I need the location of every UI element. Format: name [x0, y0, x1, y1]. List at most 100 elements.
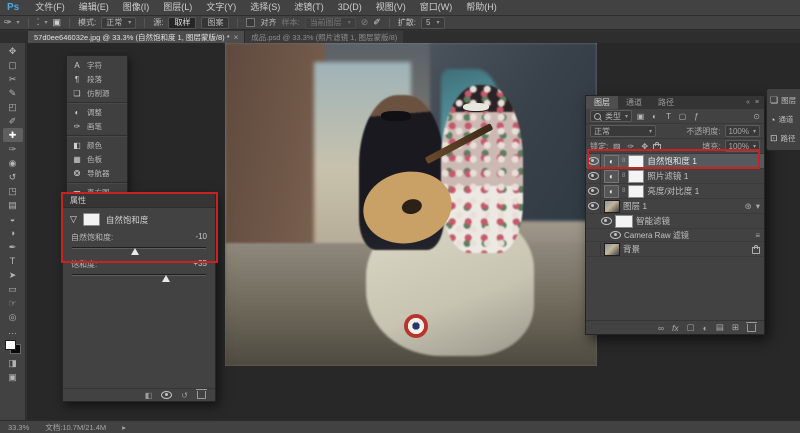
panel-adjustments[interactable]: ◐ 调整 — [67, 105, 127, 119]
new-layer-icon[interactable]: ⊞ — [732, 322, 739, 333]
add-mask-icon[interactable]: ▢ — [687, 322, 695, 333]
visibility-well[interactable] — [586, 169, 601, 183]
eye-icon[interactable] — [587, 187, 599, 195]
panel-navigator[interactable]: ❂ 导航器 — [67, 166, 127, 180]
brush-preset-icon[interactable]: ✑ — [4, 17, 12, 28]
vibrance-slider[interactable] — [72, 245, 206, 255]
menu-filter[interactable]: 滤镜(T) — [287, 0, 331, 15]
filter-type-icon[interactable]: T — [663, 112, 674, 121]
delete-layer-icon[interactable] — [746, 321, 757, 332]
rectangle-tool[interactable]: ▭ — [3, 282, 23, 296]
layer-thumbnail[interactable] — [604, 199, 620, 213]
layer-mask-thumbnail[interactable] — [628, 169, 645, 183]
move-tool[interactable]: ✥ — [3, 44, 23, 58]
vibrance-value[interactable]: -10 — [195, 232, 207, 243]
quick-mask-button[interactable]: ◨ — [3, 356, 23, 370]
document-tab-inactive[interactable]: 成品.psd @ 33.3% (照片滤镜 1, 图层蒙版/8) — [244, 31, 404, 43]
spot-healing-brush-tool[interactable]: ✚ — [2, 128, 23, 142]
reset-icon[interactable]: ↺ — [181, 391, 188, 400]
zoom-level[interactable]: 33.3% — [8, 423, 29, 432]
collapse-panel-icon[interactable]: « — [746, 99, 750, 106]
visibility-well[interactable] — [600, 214, 612, 228]
layer-row-photo-filter[interactable]: ◐ 8 照片滤镜 1 — [586, 169, 764, 184]
layer-row-background[interactable]: 背景 — [586, 242, 764, 257]
marquee-tool[interactable]: ▢ — [3, 58, 23, 72]
sampled-button[interactable]: 取样 — [168, 16, 197, 29]
sample-select[interactable]: 当前图层 ▾ — [304, 16, 356, 29]
filter-image-icon[interactable]: ▣ — [635, 112, 646, 121]
menu-help[interactable]: 帮助(H) — [459, 0, 504, 15]
menu-view[interactable]: 视图(V) — [369, 0, 413, 15]
eye-icon[interactable] — [587, 202, 599, 210]
fill-input[interactable]: 100% ▾ — [724, 140, 760, 152]
gradient-tool[interactable]: ▤ — [3, 198, 23, 212]
eye-icon[interactable] — [587, 157, 599, 165]
layer-row-brightness-contrast[interactable]: ◐ 8 亮度/对比度 1 — [586, 184, 764, 199]
tab-paths[interactable]: 路径 — [650, 96, 682, 109]
clone-stamp-tool[interactable]: ◉ — [3, 156, 23, 170]
menu-window[interactable]: 窗口(W) — [413, 0, 460, 15]
crop-tool[interactable]: ◰ — [3, 100, 23, 114]
saturation-value[interactable]: +35 — [193, 259, 207, 270]
lock-all-icon[interactable] — [653, 142, 662, 151]
layer-row-vibrance[interactable]: ◐ 8 自然饱和度 1 — [586, 154, 764, 169]
eyedropper-tool[interactable]: ✐ — [3, 114, 23, 128]
brush-settings-icon[interactable]: ⁚ — [37, 17, 40, 28]
visibility-well[interactable] — [586, 242, 601, 256]
panel-clone-source[interactable]: ❏ 仿制源 — [67, 86, 127, 100]
layer-row-camera-raw[interactable]: Camera Raw 滤镜 ≡ — [586, 229, 764, 242]
eraser-tool[interactable]: ◳ — [3, 184, 23, 198]
dock-layers[interactable]: ❏ 图层 — [767, 91, 800, 110]
visibility-well[interactable] — [586, 154, 601, 168]
clip-to-layer-icon[interactable]: ◧ — [145, 391, 153, 400]
filter-toggle-icon[interactable]: ⊙ — [753, 112, 760, 121]
pattern-button[interactable]: 图案 — [201, 16, 230, 29]
link-layers-icon[interactable]: ∞ — [658, 323, 664, 333]
document-tab-active[interactable]: 57d0ee646032e.jpg @ 33.3% (自然饱和度 1, 图层蒙版… — [28, 31, 245, 43]
panel-paragraph[interactable]: ¶ 段落 — [67, 72, 127, 86]
dock-paths[interactable]: ⊡ 路径 — [767, 129, 800, 148]
brush-tool[interactable]: ✑ — [3, 142, 23, 156]
brush-settings-caret-icon[interactable]: ▾ — [44, 19, 47, 26]
panel-color[interactable]: ◧ 颜色 — [67, 138, 127, 152]
visibility-well[interactable] — [586, 184, 601, 198]
foreground-color-swatch[interactable] — [4, 340, 16, 350]
properties-panel-title[interactable]: 属性 — [63, 194, 215, 208]
status-arrow-icon[interactable]: ▸ — [122, 423, 126, 432]
eye-icon[interactable] — [587, 172, 599, 180]
lock-position-icon[interactable]: ✥ — [639, 142, 650, 151]
tab-layers[interactable]: 图层 — [586, 96, 618, 109]
color-swatches[interactable] — [4, 340, 21, 354]
menu-3d[interactable]: 3D(D) — [331, 0, 369, 15]
panel-brush[interactable]: ✑ 画笔 — [67, 119, 127, 133]
menu-select[interactable]: 选择(S) — [243, 0, 287, 15]
type-tool[interactable]: T — [3, 254, 23, 268]
path-selection-tool[interactable]: ➤ — [3, 268, 23, 282]
history-brush-tool[interactable]: ↺ — [3, 170, 23, 184]
blend-mode-select[interactable]: 正常 ▾ — [590, 125, 656, 137]
lock-pixels-icon[interactable]: ✑ — [625, 142, 636, 151]
saturation-slider[interactable] — [72, 272, 206, 282]
screen-mode-button[interactable]: ▣ — [3, 370, 23, 384]
expand-caret-icon[interactable]: ▾ — [756, 201, 760, 212]
layer-row-smart-filters[interactable]: 智能滤镜 — [586, 214, 764, 229]
layer-style-fx-icon[interactable]: fx — [672, 323, 679, 333]
lock-transparency-icon[interactable]: ▨ — [611, 142, 622, 151]
eye-icon[interactable] — [610, 231, 621, 239]
new-adjustment-layer-icon[interactable]: ◐ — [703, 323, 708, 333]
mode-select[interactable]: 正常 ▾ — [101, 16, 137, 29]
menu-image[interactable]: 图像(I) — [116, 0, 157, 15]
panel-menu-icon[interactable]: ≡ — [755, 99, 759, 106]
menu-type[interactable]: 文字(Y) — [199, 0, 243, 15]
tab-channels[interactable]: 通道 — [618, 96, 650, 109]
menu-layer[interactable]: 图层(L) — [156, 0, 199, 15]
pen-tool[interactable]: ✒ — [3, 240, 23, 254]
menu-edit[interactable]: 编辑(E) — [72, 0, 116, 15]
dodge-tool[interactable]: ◑ — [3, 226, 23, 240]
close-icon[interactable]: × — [234, 33, 239, 42]
zoom-tool[interactable]: ◎ — [3, 310, 23, 324]
layer-thumbnail[interactable] — [604, 242, 620, 256]
toggle-visibility-eye-icon[interactable] — [161, 391, 173, 399]
dock-channels[interactable]: ◔ 通道 — [767, 110, 800, 129]
aligned-checkbox[interactable] — [246, 18, 256, 27]
